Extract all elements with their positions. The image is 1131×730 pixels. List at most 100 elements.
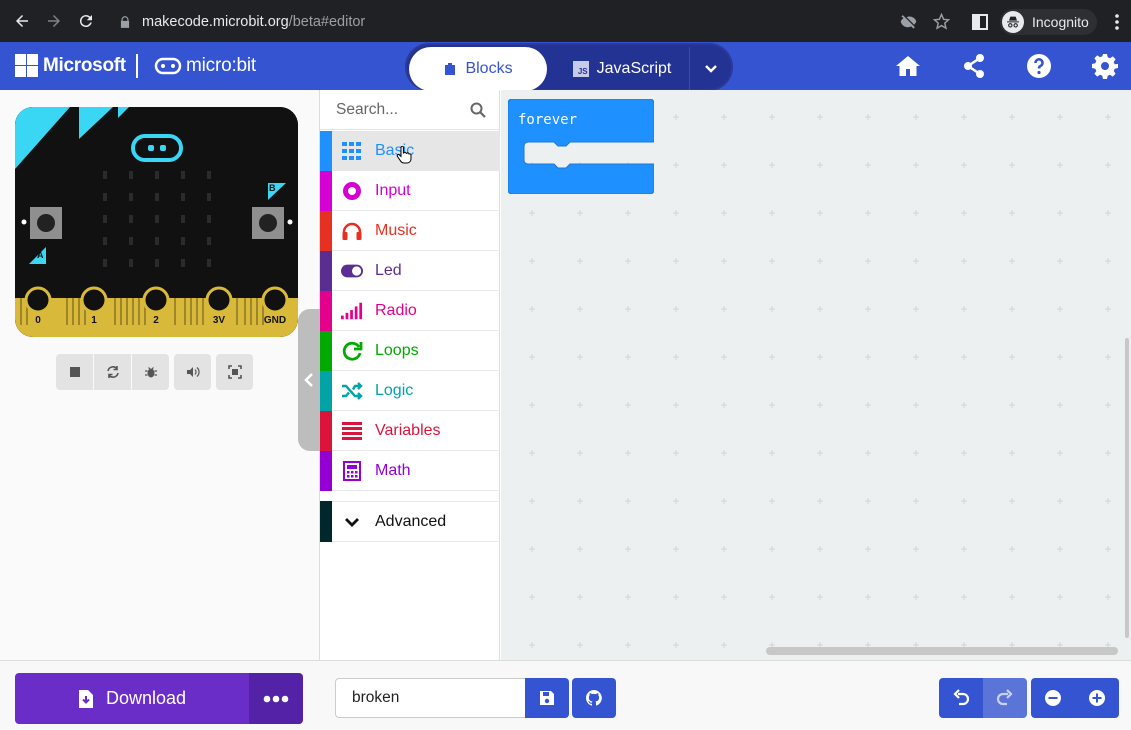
download-button[interactable]: Download bbox=[15, 673, 249, 724]
category-math[interactable]: Math bbox=[320, 450, 500, 491]
address-bar[interactable]: makecode.microbit.org/beta#editor bbox=[108, 7, 960, 37]
category-color-bar bbox=[320, 250, 332, 291]
mute-icon bbox=[186, 367, 200, 377]
category-color-bar bbox=[320, 450, 332, 491]
zoom-in-icon bbox=[1089, 690, 1105, 706]
language-dropdown[interactable] bbox=[689, 47, 731, 91]
browser-menu-icon[interactable] bbox=[1110, 12, 1124, 32]
blocks-workspace[interactable]: forever bbox=[501, 90, 1131, 660]
pin-label-2: 2 bbox=[153, 315, 159, 326]
zoom-out-button[interactable] bbox=[1031, 678, 1075, 718]
help-icon[interactable] bbox=[1024, 52, 1054, 80]
category-color-bar bbox=[320, 501, 332, 542]
stop-button[interactable] bbox=[56, 354, 93, 390]
category-basic[interactable]: Basic bbox=[320, 130, 500, 171]
search-icon[interactable] bbox=[470, 102, 486, 118]
download-label: Download bbox=[105, 688, 187, 708]
zoom-in-button[interactable] bbox=[1075, 678, 1119, 718]
pin-label-1: 1 bbox=[91, 315, 97, 326]
restart-button[interactable] bbox=[94, 354, 131, 390]
microbit-label: micro:bit bbox=[186, 55, 256, 76]
redo-button[interactable] bbox=[983, 678, 1027, 718]
block-toolbox: Basic Input Music Led Radio Lo bbox=[320, 90, 500, 660]
debug-button[interactable] bbox=[132, 354, 169, 390]
star-icon[interactable] bbox=[933, 13, 950, 30]
fullscreen-button[interactable] bbox=[216, 354, 253, 390]
undo-button[interactable] bbox=[939, 678, 983, 718]
github-button[interactable] bbox=[572, 678, 616, 718]
microbit-icon bbox=[154, 57, 182, 75]
pin-label-0: 0 bbox=[35, 315, 41, 326]
redo-icon bbox=[996, 689, 1013, 706]
mute-button[interactable] bbox=[174, 354, 211, 390]
board-graphic bbox=[15, 107, 298, 337]
category-label: Music bbox=[375, 221, 417, 239]
category-color-bar bbox=[320, 410, 332, 451]
github-icon bbox=[585, 690, 602, 706]
category-label: Loops bbox=[375, 341, 419, 359]
category-radio[interactable]: Radio bbox=[320, 290, 500, 331]
category-label: Radio bbox=[375, 301, 417, 319]
url-path: /beta#editor bbox=[288, 14, 366, 30]
eye-off-icon[interactable] bbox=[900, 13, 917, 30]
input-icon bbox=[341, 180, 363, 202]
category-label: Math bbox=[375, 461, 411, 479]
category-color-bar bbox=[320, 330, 332, 371]
category-color-bar bbox=[320, 170, 332, 211]
editor-toggle: Blocks JS JavaScript bbox=[405, 43, 733, 91]
reload-icon[interactable] bbox=[74, 9, 98, 33]
search-input[interactable] bbox=[336, 100, 461, 119]
category-label: Advanced bbox=[375, 512, 447, 530]
category-label: Logic bbox=[375, 381, 414, 399]
side-panel-icon[interactable] bbox=[972, 14, 988, 30]
category-logic[interactable]: Logic bbox=[320, 370, 500, 411]
list-icon bbox=[341, 420, 363, 442]
puzzle-icon bbox=[445, 63, 456, 75]
category-label: Led bbox=[375, 261, 402, 279]
save-button[interactable] bbox=[525, 678, 569, 718]
toolbox-search bbox=[320, 90, 500, 130]
microbit-board[interactable]: 0 1 2 3V GND A B bbox=[15, 107, 298, 337]
microbit-logo[interactable]: micro:bit bbox=[154, 55, 256, 77]
hand-cursor-icon bbox=[396, 146, 412, 164]
headphones-icon bbox=[341, 220, 363, 242]
category-led[interactable]: Led bbox=[320, 250, 500, 291]
tab-javascript[interactable]: JS JavaScript bbox=[557, 47, 687, 91]
chevron-down-icon bbox=[341, 511, 363, 533]
toggle-icon bbox=[341, 260, 363, 282]
share-icon[interactable] bbox=[959, 52, 989, 80]
project-name-input[interactable] bbox=[335, 678, 525, 718]
category-advanced[interactable]: Advanced bbox=[320, 501, 500, 542]
settings-icon[interactable] bbox=[1090, 52, 1120, 80]
calculator-icon bbox=[341, 460, 363, 482]
tab-javascript-label: JavaScript bbox=[596, 60, 672, 77]
category-color-bar bbox=[320, 130, 332, 171]
forever-block[interactable]: forever bbox=[507, 98, 655, 195]
app-header: Microsoft micro:bit Blocks JS JavaScript bbox=[0, 42, 1131, 91]
forward-icon[interactable] bbox=[42, 9, 66, 33]
undo-icon bbox=[953, 689, 970, 706]
category-loops[interactable]: Loops bbox=[320, 330, 500, 371]
header-divider bbox=[136, 54, 138, 78]
more-icon bbox=[263, 695, 289, 702]
incognito-icon bbox=[1002, 11, 1024, 33]
incognito-badge[interactable]: Incognito bbox=[1000, 9, 1097, 35]
url-host: makecode.microbit.org bbox=[142, 14, 289, 30]
stop-icon bbox=[69, 367, 80, 377]
grid-icon bbox=[341, 140, 363, 162]
back-icon[interactable] bbox=[10, 9, 34, 33]
incognito-label: Incognito bbox=[1032, 14, 1089, 30]
download-options-button[interactable] bbox=[249, 673, 303, 724]
home-icon[interactable] bbox=[893, 52, 923, 80]
microsoft-logo[interactable]: Microsoft bbox=[15, 54, 126, 77]
category-variables[interactable]: Variables bbox=[320, 410, 500, 451]
vertical-scrollbar[interactable] bbox=[1125, 338, 1129, 638]
zoom-out-icon bbox=[1045, 690, 1061, 706]
collapse-simulator-button[interactable] bbox=[298, 309, 320, 451]
tab-blocks[interactable]: Blocks bbox=[409, 47, 547, 91]
horizontal-scrollbar[interactable] bbox=[766, 647, 1118, 655]
category-music[interactable]: Music bbox=[320, 210, 500, 251]
chevron-left-icon bbox=[304, 373, 313, 387]
category-input[interactable]: Input bbox=[320, 170, 500, 211]
debug-icon bbox=[144, 367, 157, 378]
